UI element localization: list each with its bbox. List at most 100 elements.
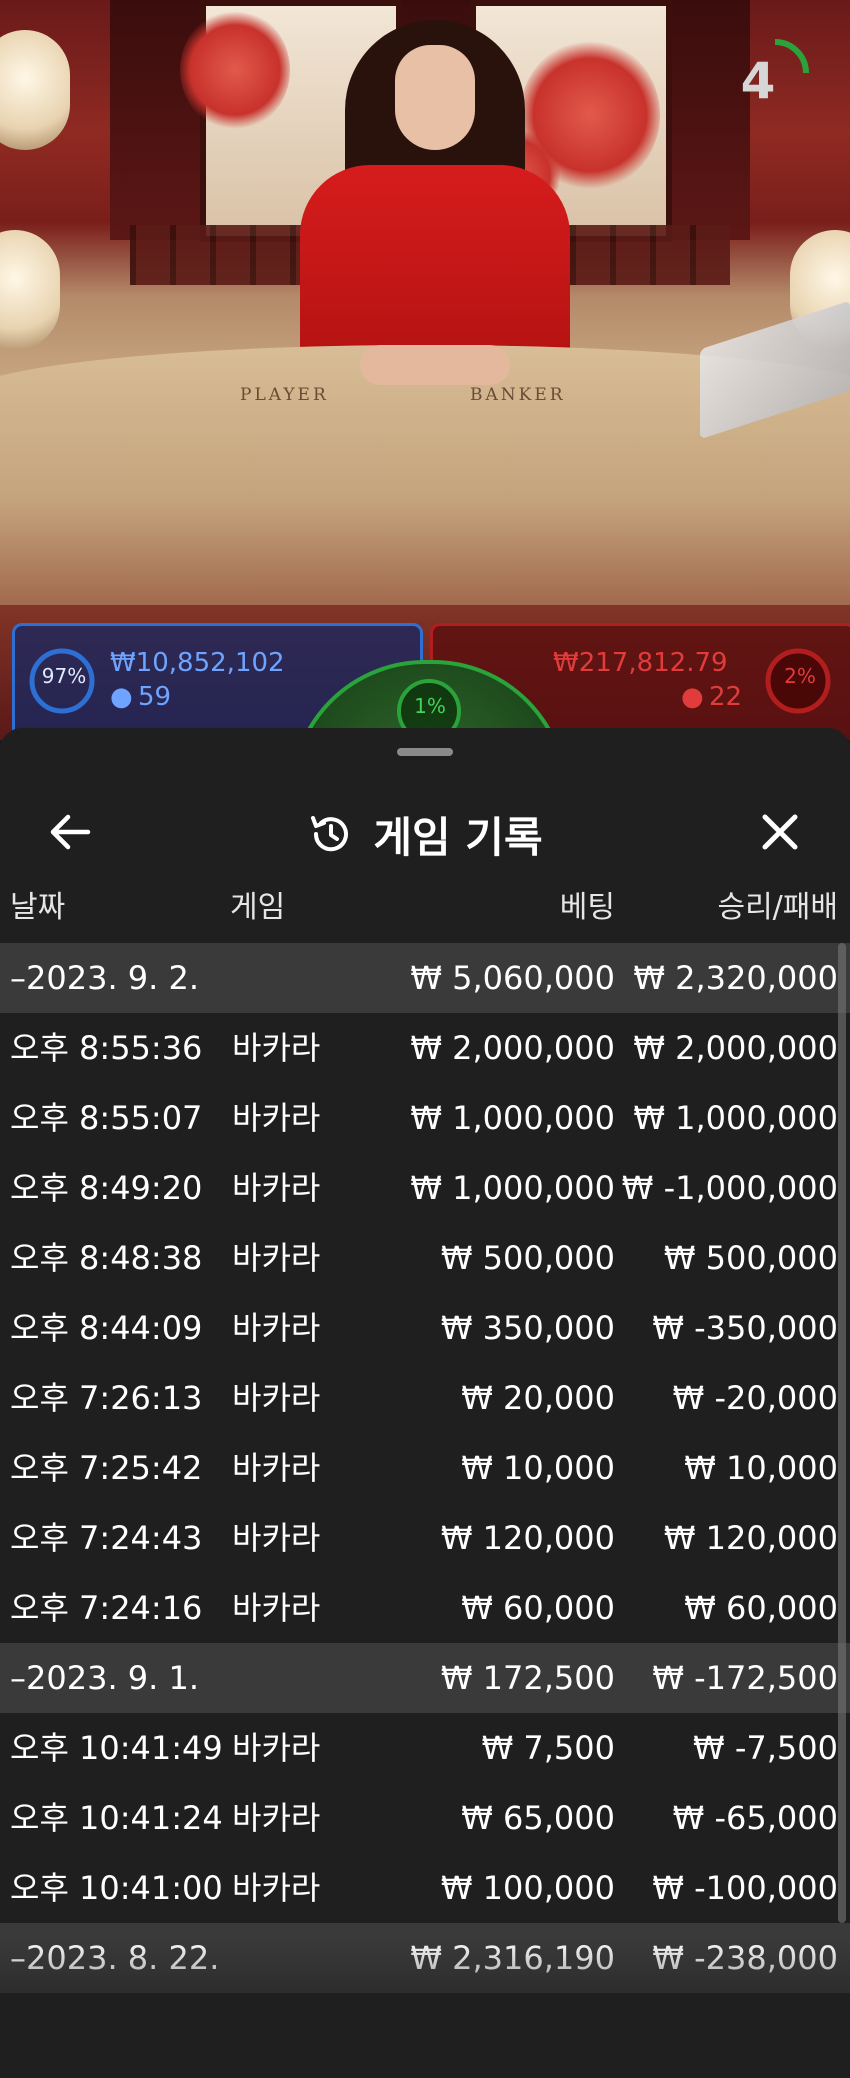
row-time: 오후 8:49:20 (10, 1169, 203, 1207)
row-time: 오후 7:24:16 (10, 1589, 203, 1627)
row-game: 바카라 (232, 1029, 321, 1067)
row-result: ₩ 2,320,000 (633, 959, 838, 997)
row-bet: ₩ 100,000 (440, 1869, 615, 1907)
column-header-bet: 베팅 (559, 890, 615, 925)
countdown-timer-value: 4 (740, 52, 776, 110)
row-result: ₩ 1,000,000 (633, 1099, 838, 1137)
row-result: ₩ 2,000,000 (633, 1029, 838, 1067)
row-game: 바카라 (232, 1169, 321, 1207)
table-row[interactable]: 오후 10:41:00 바카라 ₩ 100,000 ₩ -100,000 (0, 1853, 850, 1923)
sheet-title: 게임 기록 (373, 812, 543, 862)
lantern-decoration (0, 230, 60, 350)
row-bet: ₩ 500,000 (440, 1239, 615, 1277)
row-result: ₩ -350,000 (652, 1309, 838, 1347)
group-date: –2023. 9. 1. (10, 1659, 200, 1697)
sheet-drag-handle[interactable] (397, 748, 453, 756)
row-game: 바카라 (232, 1519, 321, 1557)
row-result: ₩ 10,000 (684, 1449, 838, 1487)
blossom-decoration (180, 10, 290, 130)
row-result: ₩ -238,000 (652, 1939, 838, 1977)
live-video-stage: PLAYER BANKER 4 97% ₩10,852,102 ● 59 ₩21… (0, 0, 850, 740)
close-button[interactable] (750, 802, 810, 862)
row-bet: ₩ 65,000 (461, 1799, 615, 1837)
row-bet: ₩ 2,316,190 (410, 1939, 615, 1977)
row-game: 바카라 (232, 1589, 321, 1627)
dealer-face (395, 45, 475, 150)
row-result: ₩ -20,000 (672, 1379, 838, 1417)
row-bet: ₩ 1,000,000 (410, 1099, 615, 1137)
table-row[interactable]: 오후 10:41:24 바카라 ₩ 65,000 ₩ -65,000 (0, 1783, 850, 1853)
row-time: 오후 8:48:38 (10, 1239, 203, 1277)
row-result: ₩ 60,000 (684, 1589, 838, 1627)
row-game: 바카라 (232, 1379, 321, 1417)
row-time: 오후 10:41:24 (10, 1799, 223, 1837)
table-row[interactable]: 오후 8:55:36 바카라 ₩ 2,000,000 ₩ 2,000,000 (0, 1013, 850, 1083)
player-count-icon: ● (110, 682, 133, 712)
banker-percent: 2% (784, 664, 816, 688)
history-table: –2023. 9. 2. ₩ 5,060,000 ₩ 2,320,000 오후 8:5… (0, 943, 850, 1993)
row-time: 오후 10:41:49 (10, 1729, 223, 1767)
row-bet: ₩ 1,000,000 (410, 1169, 615, 1207)
lantern-decoration (0, 30, 70, 150)
table-row[interactable]: 오후 7:25:42 바카라 ₩ 10,000 ₩ 10,000 (0, 1433, 850, 1503)
column-header-result: 승리/패배 (717, 890, 838, 925)
close-icon (762, 814, 798, 850)
table-row[interactable]: 오후 7:24:16 바카라 ₩ 60,000 ₩ 60,000 (0, 1573, 850, 1643)
table-row[interactable]: 오후 8:55:07 바카라 ₩ 1,000,000 ₩ 1,000,000 (0, 1083, 850, 1153)
row-game: 바카라 (232, 1309, 321, 1347)
row-bet: ₩ 172,500 (440, 1659, 615, 1697)
dealer-hands (360, 345, 510, 385)
row-game: 바카라 (232, 1099, 321, 1137)
table-banker-label: BANKER (470, 385, 566, 405)
table-row[interactable]: 오후 7:26:13 바카라 ₩ 20,000 ₩ -20,000 (0, 1363, 850, 1433)
row-game: 바카라 (232, 1729, 321, 1767)
row-result: ₩ -65,000 (672, 1799, 838, 1837)
row-bet: ₩ 60,000 (461, 1589, 615, 1627)
row-result: ₩ -7,500 (693, 1729, 838, 1767)
table-row[interactable]: 오후 10:41:49 바카라 ₩ 7,500 ₩ -7,500 (0, 1713, 850, 1783)
row-game: 바카라 (232, 1449, 321, 1487)
row-bet: ₩ 350,000 (440, 1309, 615, 1347)
row-result: ₩ -100,000 (652, 1869, 838, 1907)
row-bet: ₩ 7,500 (481, 1729, 615, 1767)
date-group-row[interactable]: –2023. 9. 1. ₩ 172,500 ₩ -172,500 (0, 1643, 850, 1713)
table-row[interactable]: 오후 7:24:43 바카라 ₩ 120,000 ₩ 120,000 (0, 1503, 850, 1573)
sheet-header: 게임 기록 (0, 768, 850, 898)
table-row[interactable]: 오후 8:48:38 바카라 ₩ 500,000 ₩ 500,000 (0, 1223, 850, 1293)
dealer-dress (300, 165, 570, 365)
player-count: 59 (138, 682, 172, 712)
banker-count: 22 (709, 682, 743, 712)
row-bet: ₩ 10,000 (461, 1449, 615, 1487)
row-bet: ₩ 5,060,000 (410, 959, 615, 997)
row-time: 오후 8:55:36 (10, 1029, 203, 1067)
row-time: 오후 7:24:43 (10, 1519, 203, 1557)
table-row[interactable]: 오후 8:44:09 바카라 ₩ 350,000 ₩ -350,000 (0, 1293, 850, 1363)
row-game: 바카라 (232, 1239, 321, 1277)
player-bet-amount: ₩10,852,102 (110, 648, 285, 678)
group-date: –2023. 9. 2. (10, 959, 200, 997)
table-row[interactable]: 오후 8:49:20 바카라 ₩ 1,000,000 ₩ -1,000,000 (0, 1153, 850, 1223)
history-scrollbar[interactable] (838, 943, 846, 1923)
history-icon (311, 816, 349, 852)
banker-bet-amount: ₩217,812.79 (553, 648, 728, 678)
row-bet: ₩ 20,000 (461, 1379, 615, 1417)
table-player-label: PLAYER (240, 385, 329, 405)
row-result: ₩ -1,000,000 (621, 1169, 838, 1207)
row-time: 오후 8:44:09 (10, 1309, 203, 1347)
column-header-date: 날짜 (10, 890, 66, 925)
row-time: 오후 7:25:42 (10, 1449, 203, 1487)
game-history-sheet: 게임 기록 날짜 게임 베팅 승리/패배 –2023. 9. 2. ₩ 5,060… (0, 728, 850, 2078)
date-group-row[interactable]: –2023. 8. 22. ₩ 2,316,190 ₩ -238,000 (0, 1923, 850, 1993)
banker-count-icon: ● (681, 682, 704, 712)
tie-percent: 1% (414, 694, 446, 718)
date-group-row[interactable]: –2023. 9. 2. ₩ 5,060,000 ₩ 2,320,000 (0, 943, 850, 1013)
row-game: 바카라 (232, 1799, 321, 1837)
row-bet: ₩ 120,000 (440, 1519, 615, 1557)
player-percent: 97% (41, 664, 87, 688)
row-bet: ₩ 2,000,000 (410, 1029, 615, 1067)
row-game: 바카라 (232, 1869, 321, 1907)
group-date: –2023. 8. 22. (10, 1939, 220, 1977)
row-time: 오후 8:55:07 (10, 1099, 203, 1137)
row-result: ₩ -172,500 (652, 1659, 838, 1697)
row-time: 오후 7:26:13 (10, 1379, 203, 1417)
